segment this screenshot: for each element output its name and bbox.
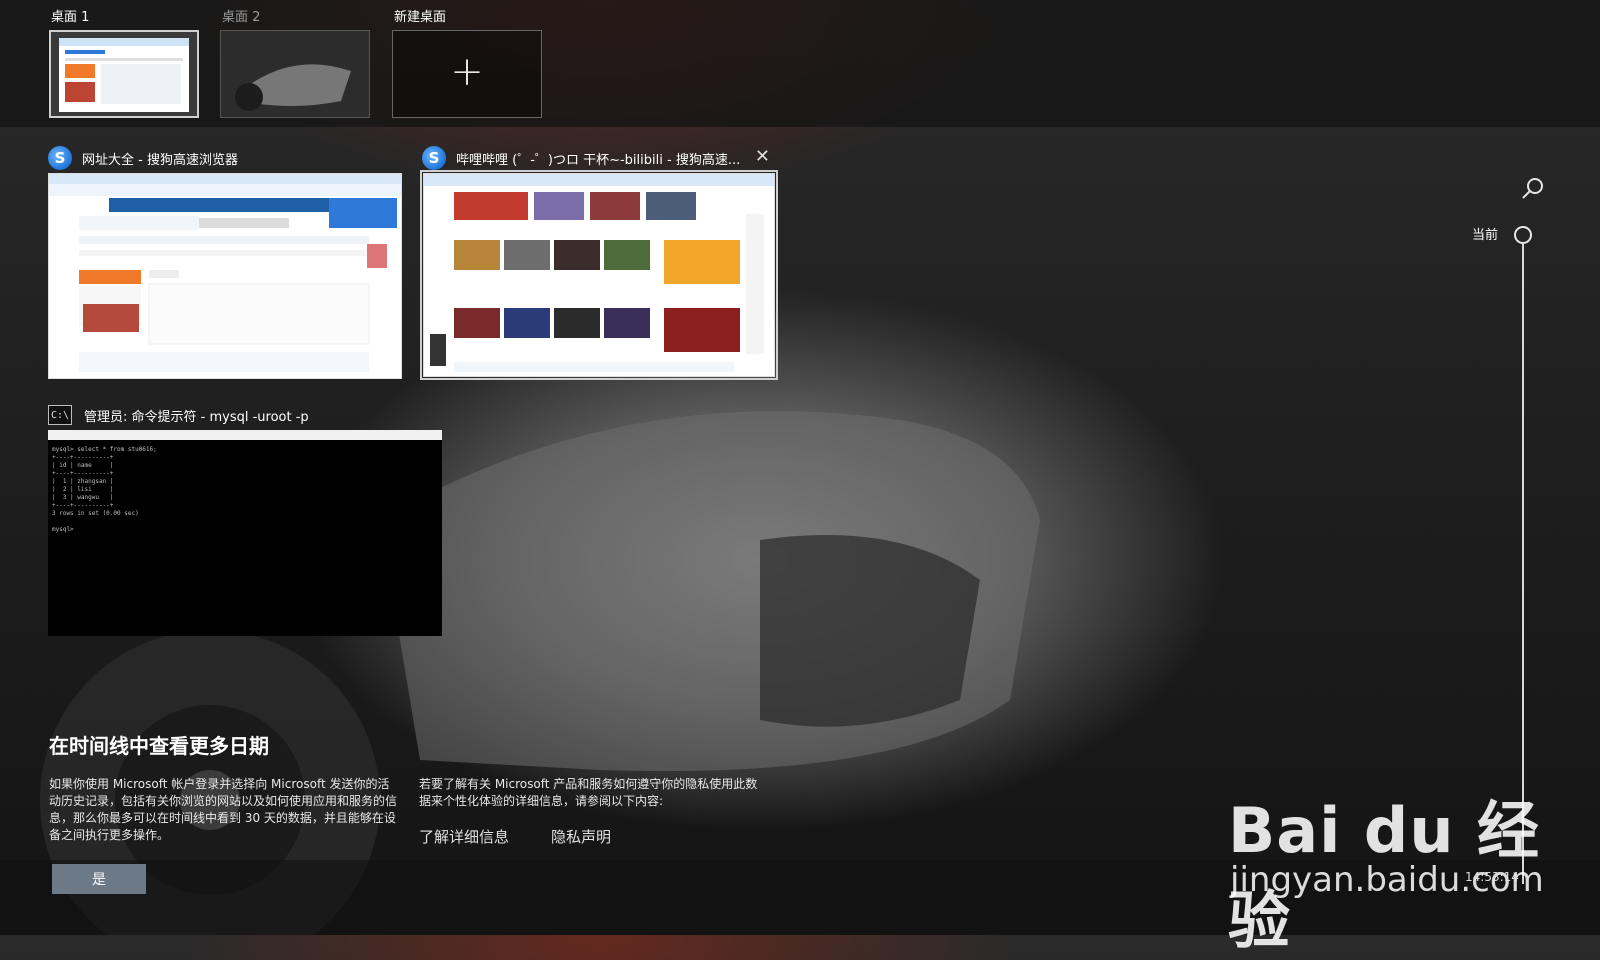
sogou-browser-icon: S [422,146,446,170]
window-card-cmd[interactable]: C:\ 管理员: 命令提示符 - mysql -uroot -p mysql> … [48,400,442,636]
timeline-current-marker[interactable] [1514,226,1532,244]
webpage-preview [424,174,774,372]
learn-more-link[interactable]: 了解详细信息 [419,826,509,847]
window-thumbnail[interactable] [420,170,778,380]
console-output: mysql> select * from stu0616; +----+----… [52,446,157,533]
desktop-1-label: 桌面 1 [51,10,90,25]
sogou-browser-icon: S [48,146,72,170]
promo-description: 如果你使用 Microsoft 帐户登录并选择向 Microsoft 发送你的活… [49,777,398,842]
privacy-statement-link[interactable]: 隐私声明 [551,826,611,847]
window-title: 管理员: 命令提示符 - mysql -uroot -p [84,409,309,425]
window-thumbnail[interactable]: mysql> select * from stu0616; +----+----… [48,430,442,636]
new-desktop-button[interactable]: + [392,30,542,118]
window-card-bilibili[interactable]: S 哔哩哔哩 (゜-゜)つロ 干杯~-bilibili - 搜狗高速... ✕ [420,143,778,383]
virtual-desktops-bar: 桌面 1 桌面 2 新建桌面 + [0,0,1600,127]
desktop-2-thumbnail[interactable] [220,30,370,118]
desktop-1-thumbnail[interactable] [49,30,199,118]
window-title: 哔哩哔哩 (゜-゜)つロ 干杯~-bilibili - 搜狗高速... [456,152,741,168]
privacy-description: 若要了解有关 Microsoft 产品和服务如何遵守你的隐私使用此数据来个性化体… [419,777,758,808]
timeline-current-label: 当前 [1472,228,1499,243]
cmd-icon: C:\ [48,405,72,425]
window-title: 网址大全 - 搜狗高速浏览器 [82,152,238,168]
window-title-bar: S 哔哩哔哩 (゜-゜)つロ 干杯~-bilibili - 搜狗高速... ✕ [422,143,776,173]
window-thumbnail[interactable] [48,173,402,379]
desktop-2-preview [221,31,369,117]
desktop-2-label: 桌面 2 [222,10,261,25]
watermark-extra: 14:53:14 [1465,870,1519,884]
plus-icon: + [450,49,484,96]
desktop-1-preview [59,38,189,112]
promo-title: 在时间线中查看更多日期 [49,734,269,758]
window-title-bar: S 网址大全 - 搜狗高速浏览器 [48,143,238,173]
window-title-bar: C:\ 管理员: 命令提示符 - mysql -uroot -p [48,400,309,430]
yes-button[interactable]: 是 [52,864,146,894]
webpage-preview [49,174,401,372]
search-icon[interactable] [1520,176,1546,202]
close-icon[interactable]: ✕ [755,146,770,167]
window-card-sogou[interactable]: S 网址大全 - 搜狗高速浏览器 [48,143,402,383]
new-desktop-label: 新建桌面 [394,10,447,25]
